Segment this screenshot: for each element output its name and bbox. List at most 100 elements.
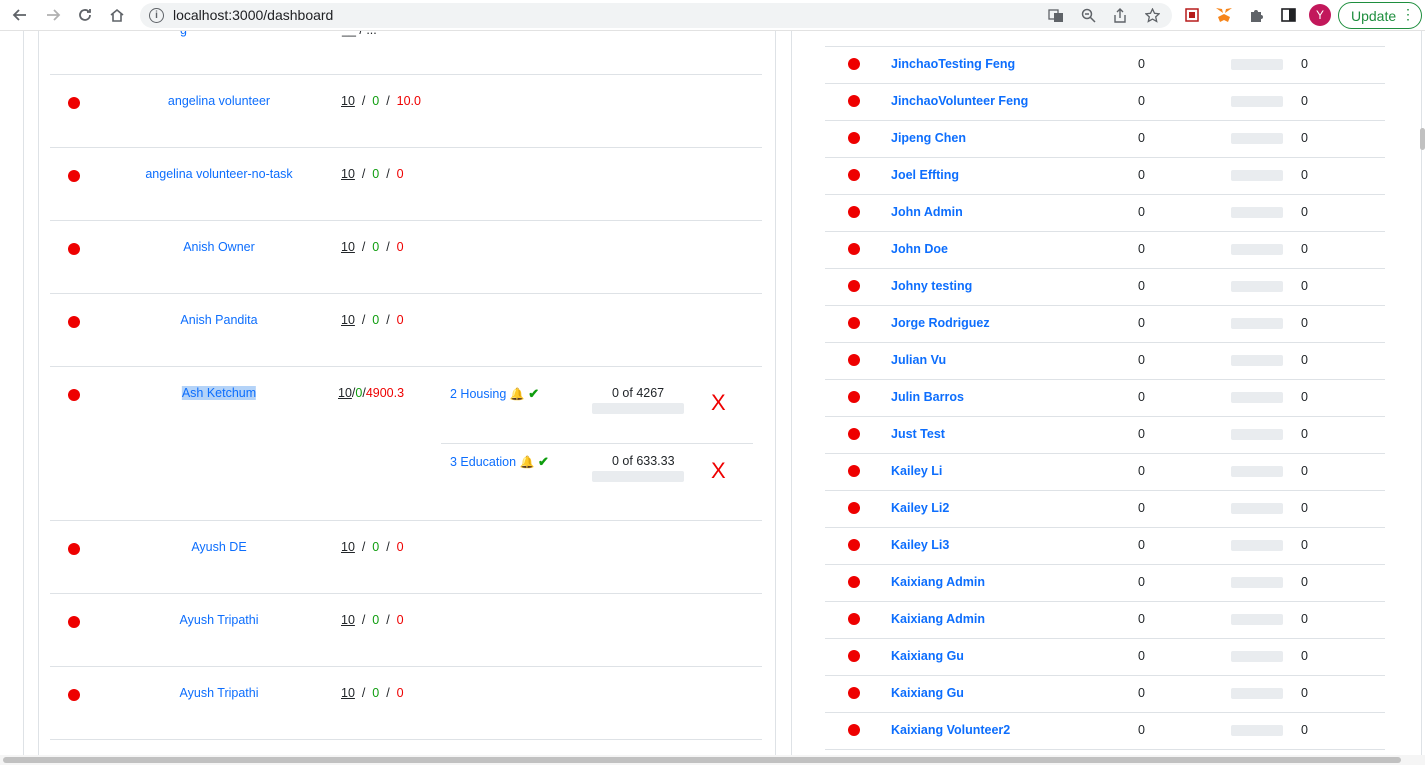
member-name-link[interactable]: JinchaoTesting Feng bbox=[891, 57, 1015, 71]
address-bar[interactable]: i localhost:3000/dashboard bbox=[140, 3, 1172, 28]
member-name-link[interactable]: Kaixiang Gu bbox=[891, 649, 964, 663]
member-name-link[interactable]: Johny testing bbox=[891, 279, 972, 293]
cut-off-name[interactable]: g bbox=[180, 31, 187, 37]
committed-hours[interactable]: 10 bbox=[341, 313, 355, 327]
member-name-link[interactable]: Anish Owner bbox=[183, 240, 255, 254]
bell-icon[interactable]: 🔔 bbox=[510, 387, 525, 401]
member-name-link[interactable]: Julin Barros bbox=[891, 390, 964, 404]
member-name-link[interactable]: Jipeng Chen bbox=[891, 131, 966, 145]
member-progress-bar bbox=[1231, 540, 1283, 551]
committed-hours[interactable]: 10 bbox=[341, 94, 355, 108]
member-hours: 0 bbox=[1138, 575, 1145, 589]
member-name-link[interactable]: Kaixiang Gu bbox=[891, 686, 964, 700]
member-name-link[interactable]: Kaixiang Admin bbox=[891, 575, 985, 589]
horizontal-scroll-thumb[interactable] bbox=[3, 757, 1401, 763]
member-name-link[interactable]: Kailey Li bbox=[891, 464, 942, 478]
member-row: Kaixiang Gu 0 0 bbox=[825, 675, 1385, 712]
member-row: Julin Barros 0 0 bbox=[825, 379, 1385, 416]
reload-icon[interactable] bbox=[73, 4, 97, 26]
member-row: Joel Effting 0 0 bbox=[825, 157, 1385, 194]
vertical-scroll-thumb[interactable] bbox=[1420, 128, 1425, 150]
committed-hours[interactable]: 10 bbox=[341, 686, 355, 700]
table-row: angelina volunteer-no-task 10 / 0 / 0 bbox=[50, 147, 762, 220]
checkmark-icon[interactable]: ✔ bbox=[538, 454, 549, 469]
task-link[interactable]: 2 Housing 🔔 ✔ bbox=[450, 386, 539, 402]
horizontal-scrollbar[interactable] bbox=[0, 755, 1425, 765]
translate-icon[interactable] bbox=[1046, 6, 1066, 25]
member-total: 0 bbox=[1301, 205, 1308, 219]
remaining-hours: 0 bbox=[396, 686, 404, 700]
status-dot-icon bbox=[848, 502, 860, 514]
hours-separator: / bbox=[379, 686, 396, 700]
separator-char: / bbox=[361, 686, 366, 700]
extensions-puzzle-icon[interactable] bbox=[1246, 5, 1266, 25]
member-hours: 0 bbox=[1138, 353, 1145, 367]
profile-avatar[interactable]: Y bbox=[1309, 4, 1331, 26]
task-link[interactable]: 3 Education 🔔 ✔ bbox=[450, 454, 549, 470]
committed-hours[interactable]: 10 bbox=[341, 167, 355, 181]
task-label: 2 Housing bbox=[450, 387, 507, 401]
member-name-link[interactable]: Just Test bbox=[891, 427, 945, 441]
status-dot-icon bbox=[68, 616, 80, 628]
checkmark-icon[interactable]: ✔ bbox=[528, 386, 539, 401]
separator-char: / bbox=[386, 613, 390, 627]
member-name-link[interactable]: John Admin bbox=[891, 205, 963, 219]
bell-icon[interactable]: 🔔 bbox=[520, 455, 535, 469]
member-name-link[interactable]: JinchaoVolunteer Feng bbox=[891, 94, 1028, 108]
hours-separator: / bbox=[355, 686, 372, 700]
member-name-link[interactable]: Julian Vu bbox=[891, 353, 946, 367]
member-name-link[interactable]: Joel Effting bbox=[891, 168, 959, 182]
member-hours: 0 bbox=[1138, 612, 1145, 626]
update-button[interactable]: Update ⋮ bbox=[1338, 2, 1422, 29]
committed-hours[interactable]: 10 bbox=[341, 240, 355, 254]
status-dot-icon bbox=[68, 543, 80, 555]
member-name-link[interactable]: Ayush Tripathi bbox=[180, 613, 259, 627]
url-text[interactable]: localhost:3000/dashboard bbox=[173, 7, 333, 23]
remove-task-button[interactable]: X bbox=[711, 392, 726, 414]
side-panel-icon[interactable] bbox=[1278, 5, 1298, 25]
hours-separator: / bbox=[355, 313, 372, 327]
separator-char: / bbox=[386, 167, 390, 181]
member-name-link[interactable]: Kailey Li3 bbox=[891, 538, 949, 552]
forward-arrow-icon[interactable] bbox=[41, 4, 65, 26]
share-icon[interactable] bbox=[1110, 6, 1130, 25]
separator-char: / bbox=[386, 686, 390, 700]
member-hours: 0 bbox=[1138, 131, 1145, 145]
member-name-link[interactable]: angelina volunteer bbox=[168, 94, 270, 108]
member-name-link[interactable]: Ayush Tripathi bbox=[180, 686, 259, 700]
menu-dots-icon[interactable]: ⋮ bbox=[1401, 6, 1415, 23]
bookmark-star-icon[interactable] bbox=[1142, 6, 1162, 25]
extension-red-icon[interactable] bbox=[1182, 5, 1202, 25]
member-hours: 0 bbox=[1138, 94, 1145, 108]
member-name-link[interactable]: Anish Pandita bbox=[180, 313, 257, 327]
site-info-icon[interactable]: i bbox=[149, 8, 164, 23]
member-name-link[interactable]: Kaixiang Admin bbox=[891, 612, 985, 626]
home-icon[interactable] bbox=[105, 4, 129, 26]
member-hours: 0 bbox=[1138, 57, 1145, 71]
member-progress-bar bbox=[1231, 170, 1283, 181]
task-progress-bar bbox=[592, 471, 684, 482]
status-dot-icon bbox=[848, 391, 860, 403]
member-progress-bar bbox=[1231, 725, 1283, 736]
status-dot-icon bbox=[68, 389, 80, 401]
member-name-link[interactable]: Ayush DE bbox=[191, 540, 246, 554]
left-card-right-border bbox=[775, 31, 776, 765]
separator-char: / bbox=[361, 167, 366, 181]
member-total: 0 bbox=[1301, 57, 1308, 71]
member-total: 0 bbox=[1301, 723, 1308, 737]
metamask-fox-icon[interactable] bbox=[1214, 5, 1234, 25]
hours-summary: 10 / 0 / 0 bbox=[341, 540, 404, 554]
committed-hours[interactable]: 10 bbox=[341, 613, 355, 627]
member-name-link[interactable]: Kaixiang Volunteer2 bbox=[891, 723, 1010, 737]
committed-hours[interactable]: 10 bbox=[341, 540, 355, 554]
member-name-link[interactable]: John Doe bbox=[891, 242, 948, 256]
member-name-link[interactable]: angelina volunteer-no-task bbox=[145, 167, 292, 181]
committed-hours[interactable]: 10 bbox=[338, 386, 352, 400]
member-name-link[interactable]: Kailey Li2 bbox=[891, 501, 949, 515]
member-name-link[interactable]: Ash Ketchum bbox=[181, 386, 257, 400]
remove-task-button[interactable]: X bbox=[711, 460, 726, 482]
back-arrow-icon[interactable] bbox=[8, 4, 32, 26]
member-progress-bar bbox=[1231, 318, 1283, 329]
member-name-link[interactable]: Jorge Rodriguez bbox=[891, 316, 990, 330]
zoom-icon[interactable] bbox=[1078, 6, 1098, 25]
